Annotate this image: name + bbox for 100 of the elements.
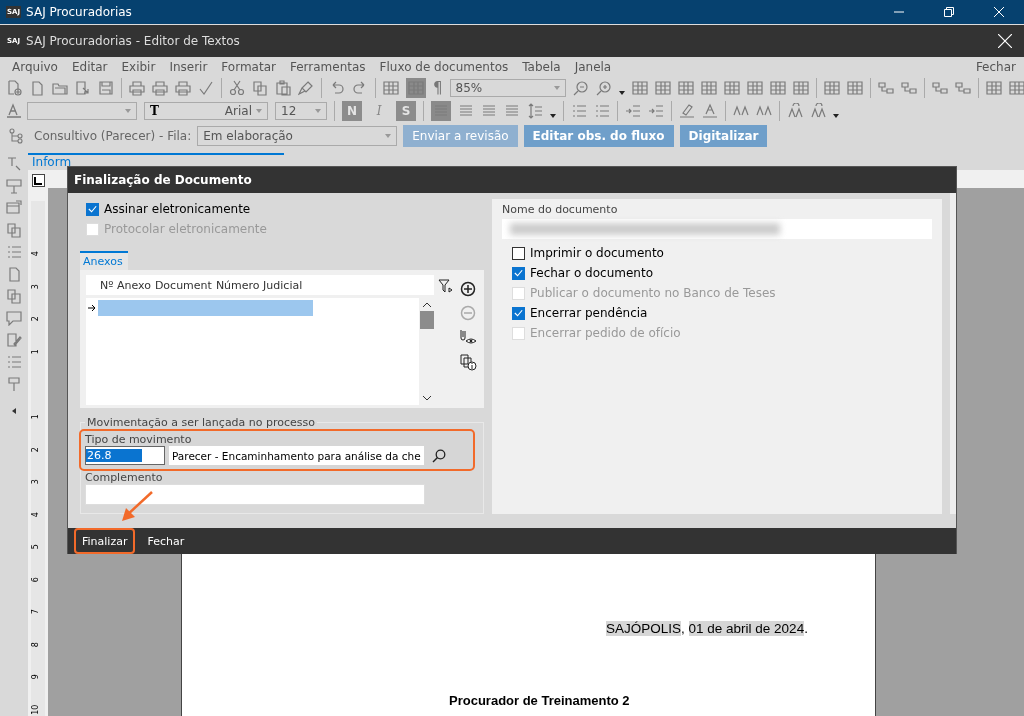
menu-item[interactable]: Formatar [221, 59, 276, 74]
font-size-dropdown[interactable]: 12 [275, 101, 327, 120]
menu-item[interactable]: Arquivo [12, 59, 58, 74]
font-color-icon[interactable] [702, 102, 718, 119]
caret-icon[interactable] [618, 90, 625, 95]
style-dropdown[interactable] [27, 101, 137, 120]
menu-item[interactable]: Tabela [522, 59, 561, 74]
scroll-down-icon[interactable] [422, 396, 431, 401]
checkbox[interactable] [512, 266, 525, 280]
tree-icon[interactable] [954, 79, 971, 96]
table-icon[interactable] [1008, 79, 1024, 96]
printer-icon[interactable] [152, 79, 168, 96]
scrollbar[interactable] [419, 298, 434, 405]
column-header[interactable]: Nº Anexo [100, 278, 151, 292]
input-field[interactable] [85, 484, 425, 505]
list-icon[interactable] [6, 354, 22, 370]
edit-icon[interactable] [6, 332, 22, 348]
indent-icon[interactable] [625, 102, 641, 119]
list-icon[interactable] [594, 102, 610, 119]
zoom-dropdown[interactable]: 85% [449, 78, 566, 97]
remove-icon[interactable] [460, 305, 476, 321]
filter-icon[interactable] [438, 279, 452, 293]
window-icon[interactable] [6, 200, 22, 216]
copy-icon[interactable] [6, 222, 22, 238]
tree-icon[interactable] [931, 79, 948, 96]
queue-dropdown[interactable]: Em elaboração [197, 126, 398, 146]
table-icon[interactable] [631, 79, 648, 96]
page-icon[interactable] [29, 79, 45, 96]
text-box-icon[interactable] [6, 178, 22, 194]
export-icon[interactable] [75, 79, 91, 96]
column-header[interactable]: Document [154, 278, 212, 292]
paste-icon[interactable] [275, 79, 291, 96]
menu-item[interactable]: Exibir [121, 59, 156, 74]
table-icon[interactable] [700, 79, 717, 96]
table-icon[interactable] [746, 79, 763, 96]
menu-item[interactable]: Fluxo de documentos [379, 59, 509, 74]
menu-item[interactable]: Fechar [975, 59, 1016, 74]
dialog-button[interactable]: Finalizar [74, 528, 136, 554]
tree-icon[interactable] [900, 79, 917, 96]
column-header[interactable]: Número Judicial [215, 278, 303, 292]
clip-eye-icon[interactable] [459, 329, 477, 345]
close-icon[interactable] [994, 7, 1004, 17]
spellcheck-icon[interactable] [198, 79, 214, 96]
save-icon[interactable] [98, 79, 114, 96]
caret-icon[interactable] [12, 408, 16, 414]
align-icon[interactable] [481, 102, 497, 119]
pilcrow-button[interactable]: ¶ [433, 78, 443, 97]
case-icon[interactable] [810, 102, 826, 119]
caret-icon[interactable] [550, 113, 556, 118]
table-icon[interactable] [846, 79, 863, 96]
table-icon[interactable] [406, 77, 426, 98]
table-icon[interactable] [985, 79, 1002, 96]
brush-icon[interactable] [298, 79, 314, 96]
zoom-in-icon[interactable] [595, 79, 612, 96]
cut-icon[interactable] [229, 79, 245, 96]
highlight-icon[interactable] [679, 102, 695, 119]
menu-item[interactable]: Janela [574, 59, 612, 74]
list-icon[interactable] [6, 244, 22, 260]
scroll-up-icon[interactable] [422, 302, 431, 307]
pin-icon[interactable] [6, 376, 22, 392]
table-icon[interactable] [677, 79, 694, 96]
scrollbar-thumb[interactable] [419, 311, 434, 329]
page-icon[interactable] [6, 266, 22, 282]
cursor-icon[interactable] [6, 156, 22, 172]
align-icon[interactable] [458, 102, 474, 119]
checkbox[interactable] [512, 306, 525, 320]
table-icon[interactable] [723, 79, 740, 96]
close-icon[interactable] [998, 34, 1012, 48]
input-field[interactable]: Parecer - Encaminhamento para análise da che [169, 446, 424, 465]
case-icon[interactable] [787, 102, 803, 119]
caret-icon[interactable] [833, 113, 839, 118]
add-icon[interactable] [460, 281, 476, 297]
align-icon[interactable] [504, 102, 520, 119]
menu-item[interactable]: Ferramentas [289, 59, 366, 74]
table-icon[interactable] [654, 79, 671, 96]
flow-button[interactable]: Digitalizar [679, 125, 768, 147]
new-document-icon[interactable] [6, 79, 22, 96]
menu-item[interactable]: Inserir [169, 59, 208, 74]
search-icon[interactable] [431, 448, 446, 463]
tab-stop-icon[interactable] [31, 174, 45, 187]
align-left-icon[interactable] [431, 100, 451, 121]
checkbox[interactable] [86, 202, 99, 216]
tab[interactable]: Anexos [80, 251, 128, 270]
table-icon[interactable] [823, 79, 840, 96]
copy-info-icon[interactable] [459, 353, 477, 371]
flow-button[interactable]: Editar obs. do fluxo [523, 125, 674, 147]
printer-icon[interactable] [129, 79, 145, 96]
checkbox[interactable] [512, 246, 525, 260]
style-icon[interactable] [6, 102, 22, 119]
table-icon[interactable] [792, 79, 809, 96]
line-spacing-icon[interactable] [527, 102, 543, 119]
comment-icon[interactable] [6, 310, 22, 326]
zoom-out-icon[interactable] [572, 79, 589, 96]
font-dropdown[interactable]: T Arial [144, 101, 268, 120]
printer-icon[interactable] [175, 79, 191, 96]
indent-icon[interactable] [648, 102, 664, 119]
restore-icon[interactable] [944, 7, 954, 17]
table-icon[interactable] [383, 79, 399, 96]
table-icon[interactable] [769, 79, 786, 96]
copy-icon[interactable] [252, 79, 268, 96]
